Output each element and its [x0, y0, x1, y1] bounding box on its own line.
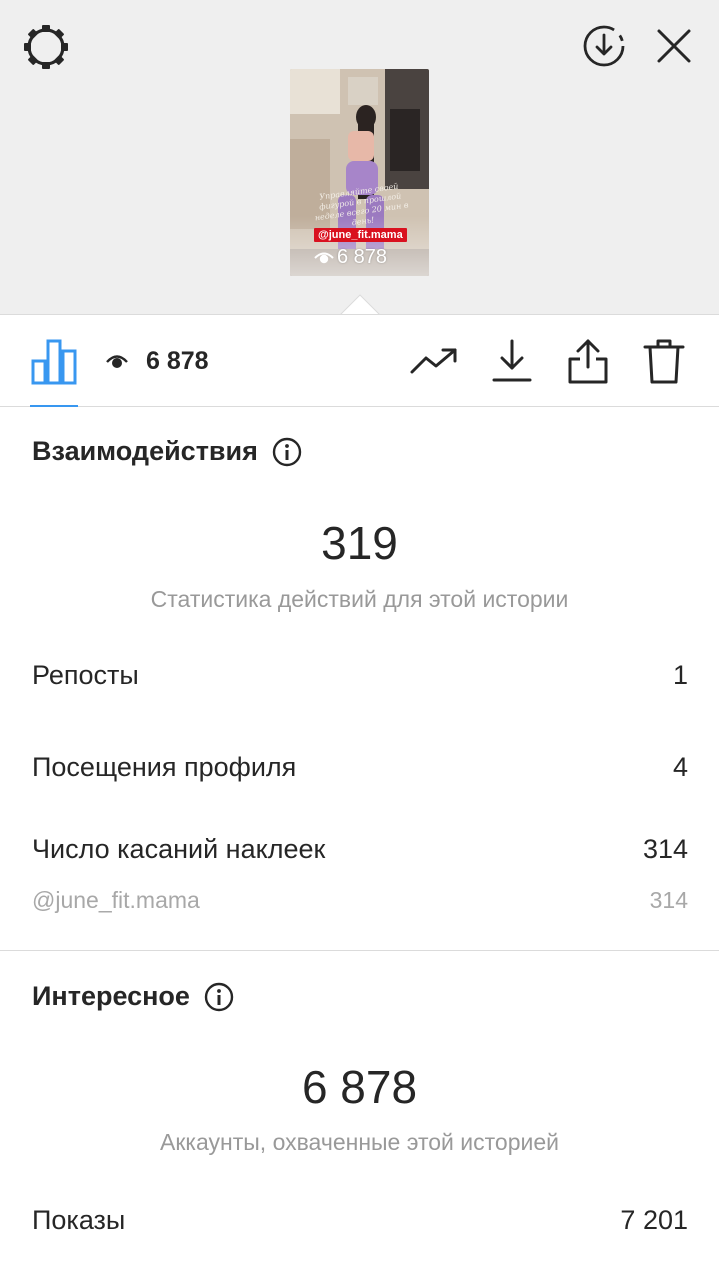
- stat-value: 7 201: [620, 1205, 688, 1235]
- close-icon[interactable]: [648, 20, 700, 72]
- stat-label: Число касаний наклеек: [32, 834, 326, 864]
- tab-insights-bar-chart-icon[interactable]: [30, 337, 78, 407]
- settings-gear-icon[interactable]: [18, 22, 74, 72]
- interactions-subtitle: Статистика действий для этой истории: [150, 586, 569, 612]
- story-views-value: 6 878: [337, 246, 388, 268]
- info-icon[interactable]: [204, 982, 234, 1012]
- stat-label: Репосты: [32, 660, 139, 690]
- stat-label: Посещения профиля: [32, 752, 297, 782]
- stat-value: 4: [672, 752, 688, 782]
- delete-trash-icon[interactable]: [638, 337, 690, 385]
- stat-value: 1: [672, 660, 688, 690]
- stat-row-reposts: Репосты 1: [32, 660, 688, 691]
- promote-trend-icon[interactable]: [408, 337, 460, 385]
- stat-row-sticker-mention: @june_fit.mama 314: [32, 887, 688, 914]
- download-circle-icon[interactable]: [576, 20, 632, 72]
- story-mention-tag: @june_fit.mama: [314, 228, 407, 242]
- insights-toolbar: 6 878: [0, 314, 719, 407]
- active-tab-indicator: [30, 405, 78, 407]
- story-view-count: 6 878: [314, 246, 387, 269]
- discovery-section-title: Интересное: [32, 981, 234, 1012]
- stat-value: 314: [642, 834, 688, 864]
- stat-sub-value: 314: [649, 887, 688, 913]
- story-preview-area: Управляйте своей фигурой в прошлой недел…: [0, 0, 719, 316]
- discovery-total: 6 878: [301, 1061, 418, 1113]
- story-thumbnail[interactable]: Управляйте своей фигурой в прошлой недел…: [290, 69, 429, 276]
- pointer-notch: [340, 294, 380, 316]
- stat-label: Показы: [32, 1205, 126, 1235]
- eye-icon: [106, 355, 128, 368]
- download-icon[interactable]: [486, 337, 538, 385]
- stat-row-profile-visits: Посещения профиля 4: [32, 752, 688, 783]
- discovery-subtitle: Аккаунты, охваченные этой историей: [160, 1129, 559, 1155]
- stat-sub-label: @june_fit.mama: [32, 887, 200, 913]
- info-icon[interactable]: [272, 437, 302, 467]
- views-summary: 6 878: [106, 345, 209, 377]
- interactions-section-title: Взаимодействия: [32, 436, 302, 467]
- eye-icon: [314, 252, 334, 263]
- interactions-title-text: Взаимодействия: [32, 436, 258, 466]
- stat-row-impressions: Показы 7 201: [32, 1205, 688, 1236]
- section-divider: [0, 950, 719, 951]
- discovery-title-text: Интересное: [32, 981, 190, 1011]
- interactions-total: 319: [321, 517, 398, 569]
- share-icon[interactable]: [562, 337, 614, 385]
- stat-row-sticker-taps: Число касаний наклеек 314: [32, 834, 688, 865]
- views-count: 6 878: [146, 346, 209, 375]
